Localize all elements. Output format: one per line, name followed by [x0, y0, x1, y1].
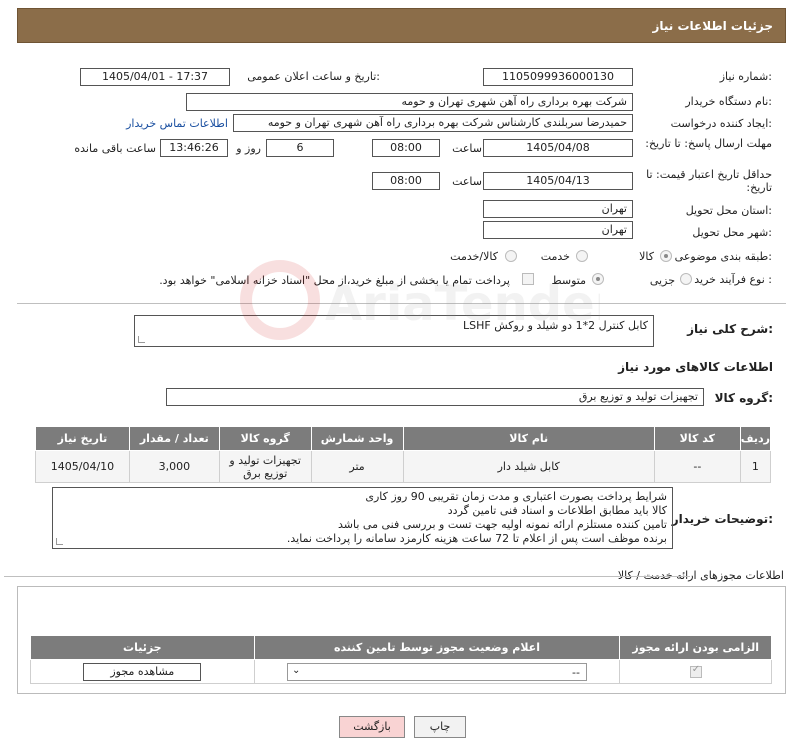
col-quantity: تعداد / مقدار — [128, 426, 220, 451]
creator-label: ایجاد کننده درخواست: — [670, 117, 772, 130]
process-label: نوع فرآیند خرید : — [694, 273, 772, 286]
back-button[interactable]: بازگشت — [339, 716, 405, 738]
contact-info-link[interactable]: اطلاعات تماس خریدار — [126, 117, 228, 130]
remaining-label: ساعت باقی مانده — [74, 142, 156, 155]
category-option-service: خدمت — [540, 250, 570, 263]
category-option-goods-service: کالا/خدمت — [450, 250, 498, 263]
validity-time-field: 08:00 — [372, 172, 440, 190]
col-goods-name: نام کالا — [402, 426, 655, 451]
cell-goods-group-line1: تجهیزات تولید و — [229, 453, 301, 467]
col-permit-status: اعلام وضعیت مجوز توسط تامین کننده — [253, 635, 621, 660]
announce-label: تاریخ و ساعت اعلان عمومی: — [247, 70, 380, 83]
summary-textarea[interactable]: کابل کنترل 2*1 دو شیلد و روکش LSHF — [134, 315, 654, 347]
buyer-org-label: نام دستگاه خریدار: — [685, 95, 772, 108]
validity-time-label: ساعت — [452, 175, 482, 188]
cell-goods-code: -- — [653, 450, 741, 483]
col-goods-group: گروه کالا — [218, 426, 312, 451]
days-field: 6 — [266, 139, 334, 157]
print-button[interactable]: چاپ — [414, 716, 466, 738]
cell-quantity: 3,000 — [128, 450, 220, 483]
cell-goods-group: تجهیزات تولید و توزیع برق — [218, 450, 312, 483]
cell-row: 1 — [739, 450, 772, 483]
page-header: جزئیات اطلاعات نیاز — [17, 8, 786, 43]
divider — [17, 303, 786, 304]
category-radio-goods[interactable] — [660, 250, 672, 262]
check-icon: ✓ — [691, 663, 701, 675]
buyer-note-line: شرایط پرداخت بصورت اعتباری و مدت زمان تق… — [365, 490, 667, 503]
province-label: استان محل تحویل: — [685, 204, 772, 217]
goods-section-title: اطلاعات کالاهای مورد نیاز — [618, 360, 773, 374]
permit-required-checkbox: ✓ — [689, 663, 702, 678]
col-goods-code: کد کالا — [653, 426, 741, 451]
goods-group-label: گروه کالا: — [714, 391, 773, 405]
reply-time-label: ساعت — [452, 142, 482, 155]
buyer-org-field: شرکت بهره برداری راه آهن شهری تهران و حو… — [186, 93, 633, 111]
cell-goods-name: کابل شیلد دار — [402, 450, 655, 483]
process-option-minor: جزیی — [649, 274, 675, 287]
buyer-note-line: برنده موظف است پس از اعلام تا 72 ساعت هز… — [286, 532, 667, 545]
summary-label: شرح کلی نیاز: — [687, 322, 773, 336]
need-number-label: شماره نیاز: — [719, 70, 772, 83]
cell-goods-group-line2: توزیع برق — [243, 466, 288, 480]
buyer-notes-textarea[interactable]: شرایط پرداخت بصورت اعتباری و مدت زمان تق… — [52, 487, 673, 549]
permits-table-header: جزئیات اعلام وضعیت مجوز توسط تامین کننده… — [30, 635, 772, 660]
col-permit-required: الزامی بودن ارائه مجوز — [619, 635, 772, 660]
summary-text: کابل کنترل 2*1 دو شیلد و روکش LSHF — [463, 319, 648, 332]
cell-permit-status: -- ⌄ — [253, 659, 621, 684]
need-number-field: 1105099936000130 — [483, 68, 633, 86]
process-radio-minor[interactable] — [680, 273, 692, 285]
payment-text: پرداخت تمام یا بخشی از مبلغ خرید،از محل … — [159, 274, 510, 287]
chevron-down-icon: ⌄ — [292, 664, 301, 676]
permit-status-value: -- — [572, 665, 580, 679]
cell-unit: متر — [310, 450, 404, 483]
category-radio-service[interactable] — [576, 250, 588, 262]
validity-date-field: 1405/04/13 — [483, 172, 633, 190]
goods-table: تاریخ نیاز تعداد / مقدار گروه کالا واحد … — [35, 426, 772, 483]
buyer-note-line: کالا باید مطابق اطلاعات و اسناد فنی تامی… — [447, 504, 667, 517]
permit-status-select[interactable]: -- ⌄ — [287, 662, 587, 681]
col-need-date: تاریخ نیاز — [35, 426, 130, 451]
col-unit: واحد شمارش — [310, 426, 404, 451]
table-row: مشاهده مجوز -- ⌄ ✓ — [30, 659, 772, 684]
category-label: طبقه بندی موضوعی: — [674, 250, 772, 263]
cell-details: مشاهده مجوز — [30, 659, 255, 684]
buyer-notes-label: توضیحات خریدار: — [671, 512, 773, 526]
city-field: تهران — [483, 221, 633, 239]
permits-table: جزئیات اعلام وضعیت مجوز توسط تامین کننده… — [30, 635, 772, 684]
col-row: ردیف — [739, 426, 772, 451]
buyer-note-line: تامین کننده مستلزم ارائه نمونه اولیه جهت… — [338, 518, 667, 531]
reply-deadline-label: مهلت ارسال پاسخ: تا تاریخ: — [645, 137, 772, 150]
table-row: 1405/04/10 3,000 تجهیزات تولید و توزیع ب… — [35, 450, 772, 483]
goods-group-field: تجهیزات تولید و توزیع برق — [166, 388, 704, 406]
payment-checkbox[interactable] — [522, 273, 534, 285]
remaining-time-field: 13:46:26 — [160, 139, 228, 157]
announce-field: 1405/04/01 - 17:37 — [80, 68, 230, 86]
cell-need-date: 1405/04/10 — [35, 450, 130, 483]
resize-handle-icon[interactable] — [138, 336, 145, 343]
price-validity-label: حداقل تاریخ اعتبار قیمت: تا تاریخ: — [646, 168, 772, 194]
divider — [4, 576, 690, 577]
cell-permit-required: ✓ — [619, 659, 772, 684]
reply-time-field: 08:00 — [372, 139, 440, 157]
process-option-medium: متوسط — [551, 274, 586, 287]
resize-handle-icon[interactable] — [56, 538, 63, 545]
province-field: تهران — [483, 200, 633, 218]
reply-date-field: 1405/04/08 — [483, 139, 633, 157]
view-permit-button[interactable]: مشاهده مجوز — [83, 662, 202, 681]
category-radio-goods-service[interactable] — [505, 250, 517, 262]
process-radio-medium[interactable] — [592, 273, 604, 285]
goods-table-header: تاریخ نیاز تعداد / مقدار گروه کالا واحد … — [35, 426, 772, 451]
category-option-goods: کالا — [639, 250, 654, 263]
days-label: روز و — [236, 142, 261, 155]
page-title: جزئیات اطلاعات نیاز — [652, 19, 773, 33]
city-label: شهر محل تحویل: — [692, 226, 772, 239]
creator-field: حمیدرضا سربلندی کارشناس شرکت بهره برداری… — [233, 114, 633, 132]
col-details: جزئیات — [30, 635, 255, 660]
